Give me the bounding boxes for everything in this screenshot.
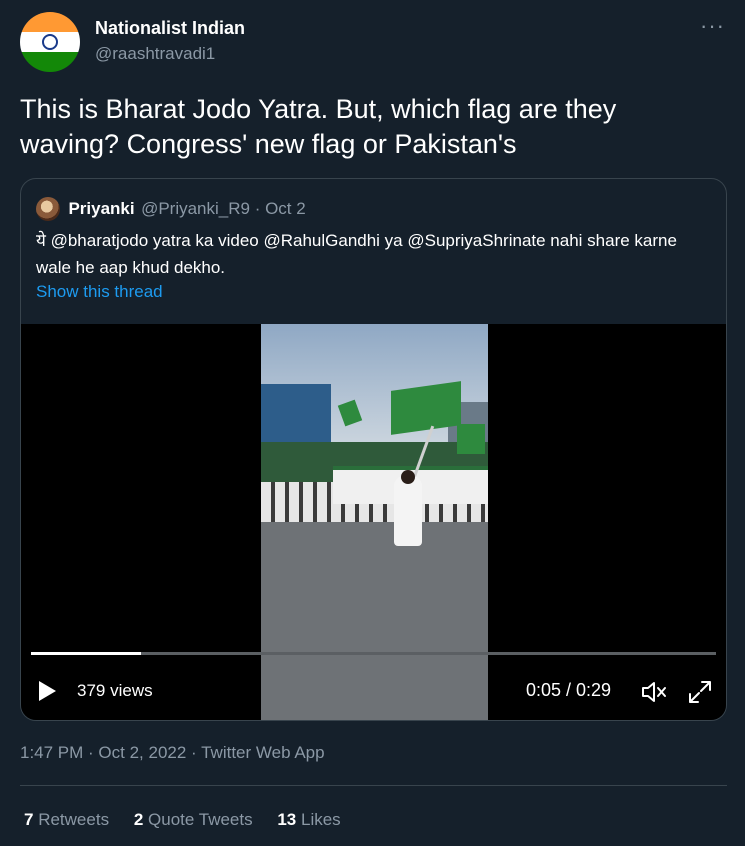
author-display-name[interactable]: Nationalist Indian (95, 18, 245, 39)
marcher-figure (394, 476, 422, 546)
video-views: 379 views (77, 681, 153, 700)
green-flag-icon (457, 424, 485, 454)
fullscreen-icon[interactable] (687, 679, 713, 705)
divider (20, 785, 727, 786)
quote-tweets-label: Quote Tweets (148, 810, 253, 829)
retweets-stat[interactable]: 7 Retweets (24, 810, 109, 829)
quote-tweets-count: 2 (133, 810, 144, 829)
video-progress-bar[interactable] (31, 652, 716, 655)
quoted-tweet[interactable]: Priyanki @Priyanki_R9 · Oct 2 ये @bharat… (20, 178, 727, 721)
video-progress-fill (31, 652, 141, 655)
chakra-icon (42, 34, 58, 50)
mute-icon[interactable] (641, 680, 667, 704)
tweet-text: This is Bharat Jodo Yatra. But, which fl… (20, 94, 617, 159)
more-options-icon[interactable]: ··· (700, 15, 725, 37)
quoted-header: Priyanki @Priyanki_R9 · Oct 2 (36, 197, 306, 221)
quoted-avatar[interactable] (36, 197, 60, 221)
likes-stat[interactable]: 13 Likes (277, 810, 340, 829)
video-frame (261, 324, 488, 720)
tweet-header: Nationalist Indian @raashtravadi1 ··· (20, 12, 725, 74)
retweets-label: Retweets (38, 810, 110, 829)
quoted-author-name[interactable]: Priyanki (68, 199, 134, 218)
likes-label: Likes (301, 810, 341, 829)
author-handle[interactable]: @raashtravadi1 (95, 44, 215, 64)
video-player[interactable]: 379 views 0:05 / 0:29 (21, 324, 726, 720)
likes-count: 13 (277, 810, 297, 829)
tweet-stats: 7 Retweets 2 Quote Tweets 13 Likes (24, 810, 361, 830)
quoted-text: ये @bharatjodo yatra ka video @RahulGand… (36, 231, 677, 277)
show-thread-link[interactable]: Show this thread (36, 282, 163, 302)
video-time: 0:05 / 0:29 (526, 680, 612, 700)
play-icon[interactable] (39, 681, 56, 701)
quote-tweets-stat[interactable]: 2 Quote Tweets (134, 810, 253, 829)
retweets-count: 7 (24, 810, 34, 829)
india-flag-avatar[interactable] (20, 12, 80, 72)
quoted-author-meta: @Priyanki_R9 · Oct 2 (141, 199, 306, 218)
tweet-timestamp[interactable]: 1:47 PM · Oct 2, 2022 · Twitter Web App (20, 743, 325, 763)
